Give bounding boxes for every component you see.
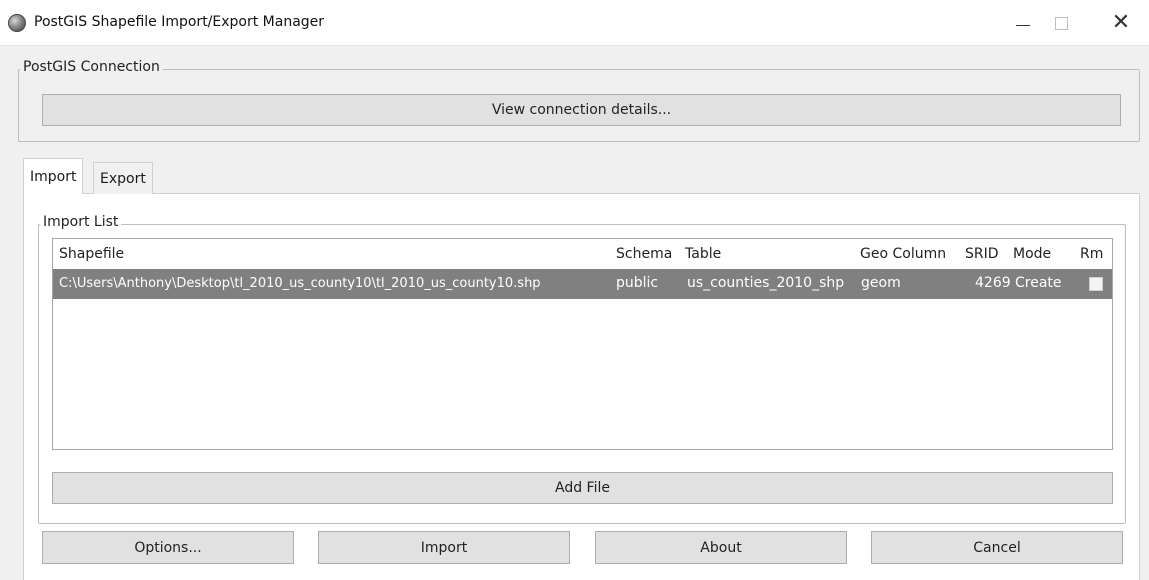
column-header-mode[interactable]: Mode [1013,246,1051,262]
cancel-button[interactable]: Cancel [871,531,1123,564]
close-icon: ✕ [1111,10,1131,35]
maximize-icon [1054,16,1068,30]
column-header-rm[interactable]: Rm [1080,246,1103,262]
column-header-geo-column[interactable]: Geo Column [860,246,946,262]
cell-shapefile: C:\Users\Anthony\Desktop\tl_2010_us_coun… [59,276,541,291]
import-list-group-label: Import List [40,214,122,230]
cell-table: us_counties_2010_shp [687,275,845,291]
options-button[interactable]: Options... [42,531,294,564]
window-title: PostGIS Shapefile Import/Export Manager [34,14,325,30]
view-connection-details-button[interactable]: View connection details... [42,94,1121,126]
column-header-schema[interactable]: Schema [616,246,672,262]
connection-group-label: PostGIS Connection [20,59,163,75]
add-file-button[interactable]: Add File [52,472,1113,504]
column-header-srid[interactable]: SRID [965,246,999,262]
title-bar: PostGIS Shapefile Import/Export Manager … [0,0,1149,46]
cell-schema: public [616,275,659,291]
table-header: Shapefile Schema Table Geo Column SRID M… [53,239,1112,269]
minimize-icon [1016,24,1030,26]
cell-srid: 4269 [975,275,1011,291]
table-row[interactable]: C:\Users\Anthony\Desktop\tl_2010_us_coun… [53,269,1112,299]
column-header-table[interactable]: Table [685,246,721,262]
rm-checkbox[interactable] [1089,277,1103,291]
about-button[interactable]: About [595,531,847,564]
column-header-shapefile[interactable]: Shapefile [59,246,124,262]
cell-mode: Create [1015,275,1062,291]
maximize-button[interactable] [1038,8,1084,38]
tab-export[interactable]: Export [93,162,153,194]
tab-import[interactable]: Import [23,158,84,194]
import-button[interactable]: Import [318,531,570,564]
import-list-table[interactable]: Shapefile Schema Table Geo Column SRID M… [52,238,1113,450]
postgis-globe-icon [8,14,26,32]
cell-geo-column: geom [861,275,901,291]
close-button[interactable]: ✕ [1098,8,1144,38]
